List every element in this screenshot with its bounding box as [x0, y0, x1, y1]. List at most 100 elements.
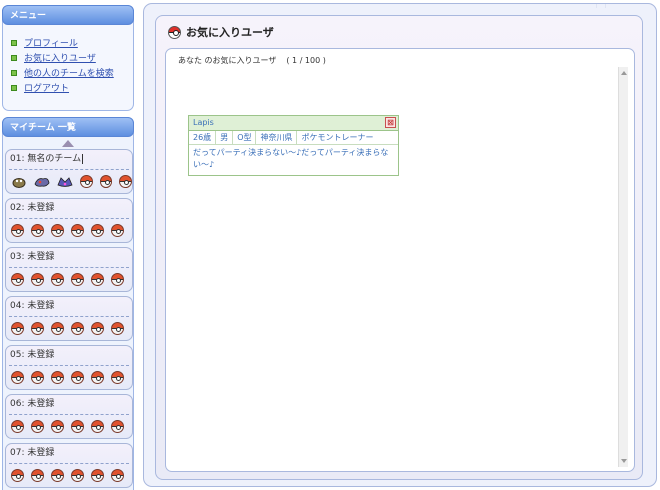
page-title-text: お気に入りユーザ: [186, 26, 274, 39]
menu-header: メニュー: [2, 5, 134, 25]
user-name-link[interactable]: Lapis: [193, 118, 214, 127]
decorative-mark: [596, 4, 606, 8]
page-title: お気に入りユーザ: [168, 23, 274, 41]
team-title[interactable]: 07: 未登録: [9, 444, 129, 464]
favorites-count: ( 1 / 100 ): [286, 56, 326, 65]
team-slot-01[interactable]: 01: 無名のチーム: [5, 149, 133, 194]
user-blood-type: O型: [233, 131, 257, 144]
empty-slot-ball-icon[interactable]: [31, 322, 44, 335]
empty-slot-ball-icon[interactable]: [119, 175, 133, 188]
menu-link-profile[interactable]: プロフィール: [24, 36, 78, 49]
user-occupation: ポケモントレーナー: [301, 133, 374, 142]
team-members: [6, 366, 132, 384]
empty-slot-ball-icon[interactable]: [11, 420, 24, 433]
empty-slot-ball-icon[interactable]: [71, 469, 84, 482]
team-members: [6, 464, 132, 482]
scroll-up-arrow-icon[interactable]: [621, 71, 627, 75]
empty-slot-ball-icon[interactable]: [91, 322, 104, 335]
team-slot-02[interactable]: 02: 未登録: [5, 198, 133, 243]
user-comment: だってパーティ決まらない～♪だってパーティ決まらない～♪: [193, 148, 389, 169]
favorite-user-card: Lapis ⊠ 26歳 男 O型 神奈川県 ポケモントレーナー だってパーティ決…: [188, 115, 399, 176]
empty-slot-ball-icon[interactable]: [51, 322, 64, 335]
empty-slot-ball-icon[interactable]: [51, 224, 64, 237]
team-members: [6, 170, 133, 188]
empty-slot-ball-icon[interactable]: [111, 322, 124, 335]
pokeball-icon: [168, 25, 181, 39]
team-slot-03[interactable]: 03: 未登録: [5, 247, 133, 292]
empty-slot-ball-icon[interactable]: [11, 273, 24, 286]
team-members: [6, 317, 132, 335]
team-members: [6, 219, 132, 237]
empty-slot-ball-icon[interactable]: [71, 322, 84, 335]
empty-slot-ball-icon[interactable]: [111, 224, 124, 237]
vertical-scrollbar[interactable]: [618, 67, 628, 467]
team-title[interactable]: 03: 未登録: [9, 248, 129, 268]
empty-slot-ball-icon[interactable]: [111, 469, 124, 482]
team-members: [6, 415, 132, 433]
empty-slot-ball-icon[interactable]: [91, 420, 104, 433]
empty-slot-ball-icon[interactable]: [111, 420, 124, 433]
empty-slot-ball-icon[interactable]: [51, 273, 64, 286]
team-title[interactable]: 02: 未登録: [9, 199, 129, 219]
empty-slot-ball-icon[interactable]: [31, 224, 44, 237]
empty-slot-ball-icon[interactable]: [11, 371, 24, 384]
menu-link-favorites[interactable]: お気に入りユーザ: [24, 51, 96, 64]
user-prefecture: 神奈川県: [256, 131, 298, 144]
empty-slot-ball-icon[interactable]: [91, 224, 104, 237]
empty-slot-ball-icon[interactable]: [51, 469, 64, 482]
favorites-frame: お気に入りユーザ あなた のお気に入りユーザ ( 1 / 100 ) Lapis …: [155, 15, 643, 480]
team-title[interactable]: 04: 未登録: [9, 297, 129, 317]
empty-slot-ball-icon[interactable]: [11, 224, 24, 237]
team-slot-07[interactable]: 07: 未登録: [5, 443, 133, 488]
menu-item-profile[interactable]: プロフィール: [11, 35, 133, 50]
team-slot-04[interactable]: 04: 未登録: [5, 296, 133, 341]
pokemon-sprite-icon[interactable]: [57, 175, 73, 188]
scroll-up-arrow-icon[interactable]: [62, 140, 74, 147]
user-age: 26歳: [189, 131, 217, 144]
empty-slot-ball-icon[interactable]: [71, 273, 84, 286]
menu-link-logout[interactable]: ログアウト: [24, 81, 69, 94]
team-slot-05[interactable]: 05: 未登録: [5, 345, 133, 390]
empty-slot-ball-icon[interactable]: [91, 371, 104, 384]
menu-list: プロフィール お気に入りユーザ 他の人のチームを検索 ログアウト: [3, 25, 133, 95]
empty-slot-ball-icon[interactable]: [51, 420, 64, 433]
team-title[interactable]: 01: 無名のチーム: [9, 150, 129, 170]
main-panel: お気に入りユーザ あなた のお気に入りユーザ ( 1 / 100 ) Lapis …: [143, 3, 657, 487]
user-gender: 男: [216, 131, 234, 144]
favorites-content: あなた のお気に入りユーザ ( 1 / 100 ) Lapis ⊠ 26歳 男 O…: [165, 48, 635, 472]
empty-slot-ball-icon[interactable]: [71, 224, 84, 237]
team-members: [6, 268, 132, 286]
pokemon-sprite-icon[interactable]: [11, 175, 27, 188]
user-profile-fields: 26歳 男 O型 神奈川県 ポケモントレーナー: [189, 131, 398, 145]
empty-slot-ball-icon[interactable]: [71, 371, 84, 384]
menu-link-search-teams[interactable]: 他の人のチームを検索: [24, 66, 114, 79]
empty-slot-ball-icon[interactable]: [31, 273, 44, 286]
empty-slot-ball-icon[interactable]: [80, 175, 93, 188]
empty-slot-ball-icon[interactable]: [31, 420, 44, 433]
pokemon-sprite-icon[interactable]: [34, 175, 50, 188]
empty-slot-ball-icon[interactable]: [111, 273, 124, 286]
empty-slot-ball-icon[interactable]: [31, 371, 44, 384]
remove-favorite-close-icon[interactable]: ⊠: [385, 117, 396, 128]
empty-slot-ball-icon[interactable]: [51, 371, 64, 384]
empty-slot-ball-icon[interactable]: [71, 420, 84, 433]
team-slot-06[interactable]: 06: 未登録: [5, 394, 133, 439]
menu-item-logout[interactable]: ログアウト: [11, 80, 133, 95]
bullet-icon: [11, 39, 17, 46]
favorites-summary: あなた のお気に入りユーザ ( 1 / 100 ): [178, 55, 326, 66]
empty-slot-ball-icon[interactable]: [31, 469, 44, 482]
menu-item-search-teams[interactable]: 他の人のチームを検索: [11, 65, 133, 80]
menu-item-favorites[interactable]: お気に入りユーザ: [11, 50, 133, 65]
my-teams-header: マイチーム 一覧: [2, 117, 134, 137]
empty-slot-ball-icon[interactable]: [91, 469, 104, 482]
empty-slot-ball-icon[interactable]: [11, 322, 24, 335]
team-title[interactable]: 05: 未登録: [9, 346, 129, 366]
bullet-icon: [11, 84, 17, 91]
empty-slot-ball-icon[interactable]: [91, 273, 104, 286]
empty-slot-ball-icon[interactable]: [99, 175, 113, 188]
team-title[interactable]: 06: 未登録: [9, 395, 129, 415]
empty-slot-ball-icon[interactable]: [111, 371, 124, 384]
empty-slot-ball-icon[interactable]: [11, 469, 24, 482]
scroll-down-arrow-icon[interactable]: [621, 459, 627, 463]
bullet-icon: [11, 69, 17, 76]
